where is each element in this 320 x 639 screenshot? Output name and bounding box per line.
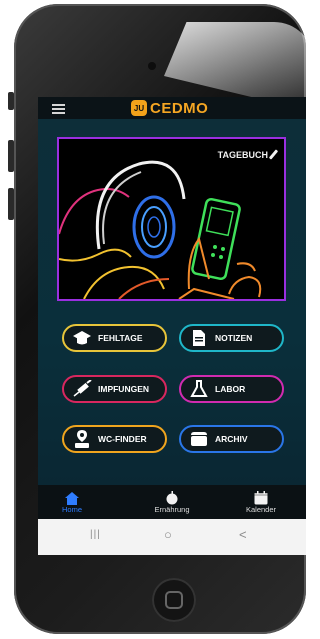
wc-location-icon — [70, 428, 94, 450]
archive-box-icon — [187, 428, 211, 450]
brand: JU CEDMO — [131, 99, 208, 117]
absence-days-button[interactable]: FEHLTAGE — [62, 324, 167, 352]
hero-banner[interactable]: TAGEBUCH — [57, 137, 286, 301]
wc-finder-button[interactable]: WC-FINDER — [62, 425, 167, 453]
front-camera — [148, 62, 156, 70]
diary-label: TAGEBUCH — [217, 149, 268, 160]
hamburger-menu-icon[interactable] — [52, 104, 65, 114]
main-content: TAGEBUCH FEHLTAGE NOTIZEN IMPFUNGEN LABO… — [38, 119, 306, 485]
nav-label: Kalender — [245, 505, 277, 514]
home-button-square-icon — [165, 591, 183, 609]
hardware-home-button[interactable] — [152, 578, 196, 622]
calendar-icon — [231, 488, 291, 505]
system-home-button[interactable]: ○ — [164, 527, 172, 542]
archive-button[interactable]: ARCHIV — [179, 425, 284, 453]
nav-calendar[interactable]: Kalender — [231, 488, 291, 514]
app-screen: JU CEDMO TAGEBUCH FEHLTAGE NOTIZEN IMPFU… — [38, 97, 306, 555]
graduation-cap-icon — [70, 327, 94, 349]
document-icon — [187, 327, 211, 349]
mute-switch — [8, 92, 14, 110]
lab-button[interactable]: LABOR — [179, 375, 284, 403]
diary-link[interactable]: TAGEBUCH — [217, 149, 279, 160]
button-label: IMPFUNGEN — [98, 384, 149, 394]
neon-illustration — [59, 160, 262, 299]
button-label: LABOR — [215, 384, 246, 394]
button-label: FEHLTAGE — [98, 333, 143, 343]
nav-label: Ernährung — [154, 505, 190, 514]
button-label: WC-FINDER — [98, 434, 147, 444]
app-header: JU CEDMO — [38, 97, 306, 119]
brand-logo: JU — [131, 100, 147, 116]
apple-icon — [142, 488, 202, 505]
android-system-navigation: ||| ○ < — [38, 519, 306, 555]
bottom-navigation: Home Ernährung Kalender — [38, 485, 306, 519]
back-button[interactable]: < — [239, 527, 247, 542]
volume-down-button — [8, 188, 14, 220]
brand-name: CEDMO — [150, 99, 209, 117]
button-label: NOTIZEN — [215, 333, 253, 343]
recents-button[interactable]: ||| — [90, 529, 101, 540]
volume-up-button — [8, 140, 14, 172]
home-icon — [42, 488, 102, 505]
nav-label: Home — [61, 505, 82, 514]
button-label: ARCHIV — [215, 434, 248, 444]
flask-icon — [187, 378, 211, 400]
nav-nutrition[interactable]: Ernährung — [142, 488, 202, 514]
syringe-icon — [70, 378, 94, 400]
nav-home[interactable]: Home — [42, 488, 102, 514]
vaccinations-button[interactable]: IMPFUNGEN — [62, 375, 167, 403]
notes-button[interactable]: NOTIZEN — [179, 324, 284, 352]
